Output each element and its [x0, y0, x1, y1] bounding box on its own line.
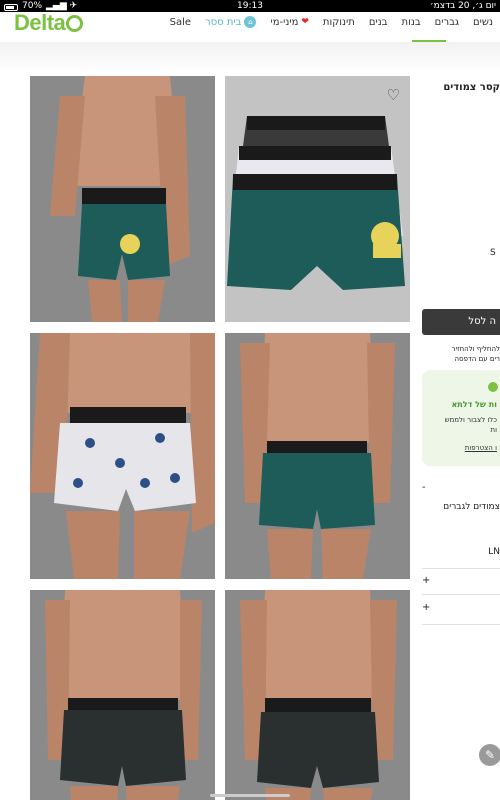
club-promo-box: ות של דלתא כלו לצבור ולממש ות ו הצטרפות: [422, 370, 500, 466]
main-nav: נשים גברים בנות בנים תינוקות ❤ מיני-מי ⌂ ב…: [163, 12, 500, 32]
heart-icon: ❤: [301, 17, 309, 27]
promo-line1: כלו לצבור ולממש: [444, 416, 497, 424]
promo-title: ות של דלתא: [451, 400, 497, 409]
accordion-collapse-icon[interactable]: -: [422, 482, 426, 493]
divider-2: [422, 594, 500, 595]
product-title: קסר צמודים: [443, 82, 500, 93]
product-image-model-front-dark[interactable]: [225, 590, 410, 800]
status-date: יום ג׳, 20 בדצמ׳: [429, 1, 496, 11]
accordion-expand-icon-1[interactable]: +: [422, 575, 430, 586]
product-description: צמודים לגברים: [443, 502, 500, 512]
product-details-panel: קסר צמודים S ה לסל להחליף ולהחזיר רים עם…: [418, 72, 500, 800]
nav-babies[interactable]: תינוקות: [316, 17, 362, 28]
club-icon: [488, 382, 498, 392]
product-image-model-back[interactable]: [225, 333, 410, 579]
divider-3: [422, 624, 500, 625]
product-image-packshot[interactable]: ♡: [225, 76, 410, 322]
promo-line2: ות: [490, 426, 497, 434]
home-icon: ⌂: [244, 16, 257, 28]
site-header: Delta נשים גברים בנות בנים תינוקות ❤ מיני…: [0, 10, 500, 42]
model-back-dark-illustration: [30, 590, 215, 800]
divider-1: [422, 568, 500, 569]
product-image-model-front[interactable]: [30, 76, 215, 322]
nav-home[interactable]: ⌂ בית ססר: [198, 16, 263, 28]
nav-girls[interactable]: בנות: [395, 17, 428, 28]
nav-sale[interactable]: Sale: [163, 17, 198, 28]
model-print-illustration: [30, 333, 215, 579]
promo-join-link[interactable]: ו הצטרפות: [465, 444, 497, 452]
nav-boys[interactable]: בנים: [362, 17, 395, 28]
nav-mini-me[interactable]: ❤ מיני-מי: [263, 17, 315, 28]
return-note-line1: להחליף ולהחזיר: [451, 345, 500, 353]
nav-men[interactable]: גברים: [428, 17, 466, 28]
home-indicator: [210, 794, 290, 797]
nav-women[interactable]: נשים: [466, 17, 500, 28]
screen: 70% ▂▄▆ ✈ 19:13 יום ג׳, 20 בדצמ׳ Delta נ…: [0, 0, 500, 800]
product-image-model-print[interactable]: [30, 333, 215, 579]
heart-outline-icon[interactable]: ♡: [387, 86, 400, 104]
size-option[interactable]: S: [490, 248, 496, 258]
header-shadow: [0, 42, 500, 72]
return-note-line2: רים עם הדפסה: [454, 355, 500, 363]
model-back-illustration: [225, 333, 410, 579]
delta-logo[interactable]: Delta: [14, 10, 84, 36]
product-code: LN: [488, 547, 500, 557]
model-front-illustration: [30, 76, 215, 322]
accordion-expand-icon-2[interactable]: +: [422, 602, 430, 613]
model-front-dark-illustration: [225, 590, 410, 800]
packshot-illustration: [225, 76, 410, 322]
pencil-icon[interactable]: ✎: [479, 744, 500, 766]
product-image-model-back-dark[interactable]: [30, 590, 215, 800]
add-to-cart-button[interactable]: ה לסל: [422, 309, 500, 335]
